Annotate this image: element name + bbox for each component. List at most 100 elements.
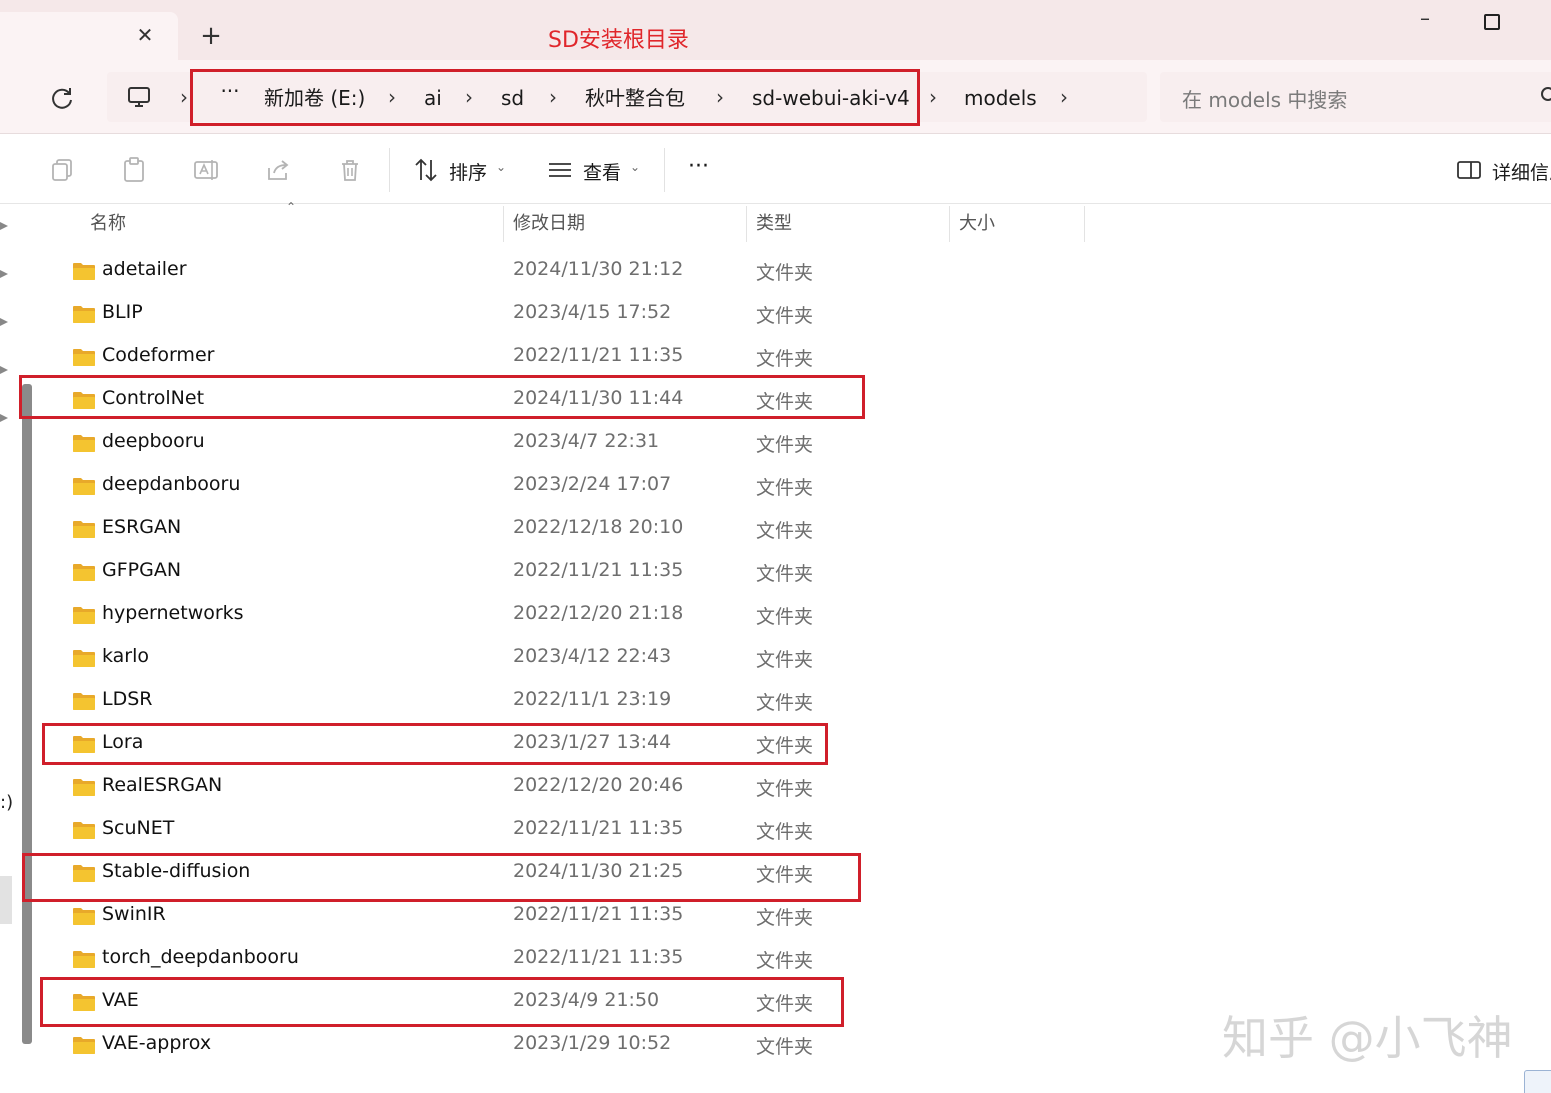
breadcrumb-models[interactable]: models	[964, 84, 1037, 112]
folder-icon	[73, 306, 95, 323]
search-icon[interactable]	[1540, 86, 1551, 104]
file-name[interactable]: hypernetworks	[102, 602, 244, 624]
details-pane-icon[interactable]	[1455, 156, 1483, 184]
file-row[interactable]: VAE-approx 2023/1/29 10:52 文件夹	[44, 1024, 1084, 1067]
file-name[interactable]: LDSR	[102, 688, 152, 710]
file-name[interactable]: torch_deepdanbooru	[102, 946, 299, 968]
file-type: 文件夹	[756, 348, 814, 370]
file-name[interactable]: Codeformer	[102, 344, 214, 366]
file-modified-date: 2022/11/1 23:19	[513, 688, 672, 710]
tab-close-icon[interactable]: ✕	[132, 22, 158, 48]
folder-icon	[73, 693, 95, 710]
view-button[interactable]: 查看	[583, 158, 621, 185]
file-row[interactable]: adetailer 2024/11/30 21:12 文件夹	[44, 250, 1084, 293]
file-modified-date: 2023/4/7 22:31	[513, 430, 660, 452]
share-icon[interactable]	[264, 156, 292, 184]
sort-icon[interactable]	[412, 156, 440, 184]
refresh-icon[interactable]	[48, 84, 76, 112]
controlnet-highlight-box	[19, 375, 865, 419]
file-row[interactable]: LDSR 2022/11/1 23:19 文件夹	[44, 680, 1084, 723]
column-divider[interactable]	[746, 206, 747, 242]
file-name[interactable]: SwinIR	[102, 903, 166, 925]
file-type: 文件夹	[756, 692, 814, 714]
folder-icon	[73, 349, 95, 366]
file-name[interactable]: deepbooru	[102, 430, 205, 452]
file-name[interactable]: BLIP	[102, 301, 143, 323]
file-row[interactable]: RealESRGAN 2022/12/20 20:46 文件夹	[44, 766, 1084, 809]
column-header-modified[interactable]: 修改日期	[513, 204, 585, 244]
file-type: 文件夹	[756, 649, 814, 671]
view-icon[interactable]	[546, 156, 574, 184]
paste-icon[interactable]	[120, 156, 148, 184]
column-divider[interactable]	[503, 206, 504, 242]
file-name[interactable]: deepdanbooru	[102, 473, 240, 495]
file-name[interactable]: VAE-approx	[102, 1032, 211, 1054]
view-toggle-button[interactable]	[1524, 1070, 1551, 1093]
search-input[interactable]: 在 models 中搜索	[1182, 84, 1347, 113]
lora-highlight-box	[42, 723, 828, 765]
file-type: 文件夹	[756, 477, 814, 499]
chevron-down-icon[interactable]: ⌄	[496, 160, 506, 174]
copy-icon[interactable]	[48, 156, 76, 184]
chevron-right-icon[interactable]: ›	[926, 84, 940, 110]
delete-icon[interactable]	[336, 156, 364, 184]
column-header-size[interactable]: 大小	[959, 204, 995, 244]
file-name[interactable]: karlo	[102, 645, 149, 667]
folder-icon	[73, 478, 95, 495]
file-row[interactable]: BLIP 2023/4/15 17:52 文件夹	[44, 293, 1084, 336]
folder-icon	[73, 435, 95, 452]
file-modified-date: 2023/1/29 10:52	[513, 1032, 672, 1054]
file-type: 文件夹	[756, 434, 814, 456]
watermark: 知乎 @小飞神	[1222, 1011, 1513, 1065]
new-tab-button[interactable]: +	[196, 22, 226, 52]
file-name[interactable]: ESRGAN	[102, 516, 181, 538]
file-row[interactable]: hypernetworks 2022/12/20 21:18 文件夹	[44, 594, 1084, 637]
column-divider[interactable]	[949, 206, 950, 242]
maximize-button[interactable]	[1484, 14, 1500, 30]
navigation-pane	[0, 204, 14, 1074]
vae-highlight-box	[40, 977, 844, 1027]
file-modified-date: 2024/11/30 21:12	[513, 258, 684, 280]
file-modified-date: 2022/11/21 11:35	[513, 817, 684, 839]
chevron-right-icon[interactable]: ›	[177, 84, 191, 110]
file-row[interactable]: deepdanbooru 2023/2/24 17:07 文件夹	[44, 465, 1084, 508]
file-modified-date: 2022/11/21 11:35	[513, 559, 684, 581]
file-modified-date: 2022/11/21 11:35	[513, 344, 684, 366]
sort-button[interactable]: 排序	[449, 158, 487, 185]
file-name[interactable]: GFPGAN	[102, 559, 181, 581]
title-bar	[0, 0, 1551, 60]
file-name[interactable]: ScuNET	[102, 817, 174, 839]
chevron-down-icon[interactable]: ⌄	[630, 160, 640, 174]
folder-icon	[73, 521, 95, 538]
file-row[interactable]: Codeformer 2022/11/21 11:35 文件夹	[44, 336, 1084, 379]
folder-icon	[73, 1037, 95, 1054]
file-row[interactable]: torch_deepdanbooru 2022/11/21 11:35 文件夹	[44, 938, 1084, 981]
file-name[interactable]: RealESRGAN	[102, 774, 222, 796]
file-row[interactable]: ESRGAN 2022/12/18 20:10 文件夹	[44, 508, 1084, 551]
file-row[interactable]: GFPGAN 2022/11/21 11:35 文件夹	[44, 551, 1084, 594]
toolbar-separator	[389, 148, 390, 192]
nav-item-fragment[interactable]: :)	[0, 792, 13, 813]
nav-item-selected[interactable]	[0, 876, 12, 924]
this-pc-icon[interactable]	[126, 84, 152, 110]
folder-icon	[73, 607, 95, 624]
file-row[interactable]: ScuNET 2022/11/21 11:35 文件夹	[44, 809, 1084, 852]
file-row[interactable]: deepbooru 2023/4/7 22:31 文件夹	[44, 422, 1084, 465]
file-type: 文件夹	[756, 950, 814, 972]
vertical-scrollbar[interactable]	[22, 384, 32, 1044]
file-name[interactable]: adetailer	[102, 258, 187, 280]
file-modified-date: 2023/4/15 17:52	[513, 301, 672, 323]
minimize-button[interactable]: –	[1412, 6, 1438, 32]
column-header-type[interactable]: 类型	[756, 204, 792, 244]
toolbar-separator	[664, 148, 665, 192]
command-bar	[0, 134, 1551, 204]
folder-icon	[73, 951, 95, 968]
column-divider[interactable]	[1084, 206, 1085, 242]
rename-icon[interactable]	[192, 156, 220, 184]
folder-icon	[73, 822, 95, 839]
details-button[interactable]: 详细信息	[1492, 158, 1551, 185]
column-header-name[interactable]: 名称	[90, 204, 126, 244]
chevron-right-icon[interactable]: ›	[1057, 84, 1071, 110]
more-options-button[interactable]: ···	[688, 154, 709, 179]
file-row[interactable]: karlo 2023/4/12 22:43 文件夹	[44, 637, 1084, 680]
